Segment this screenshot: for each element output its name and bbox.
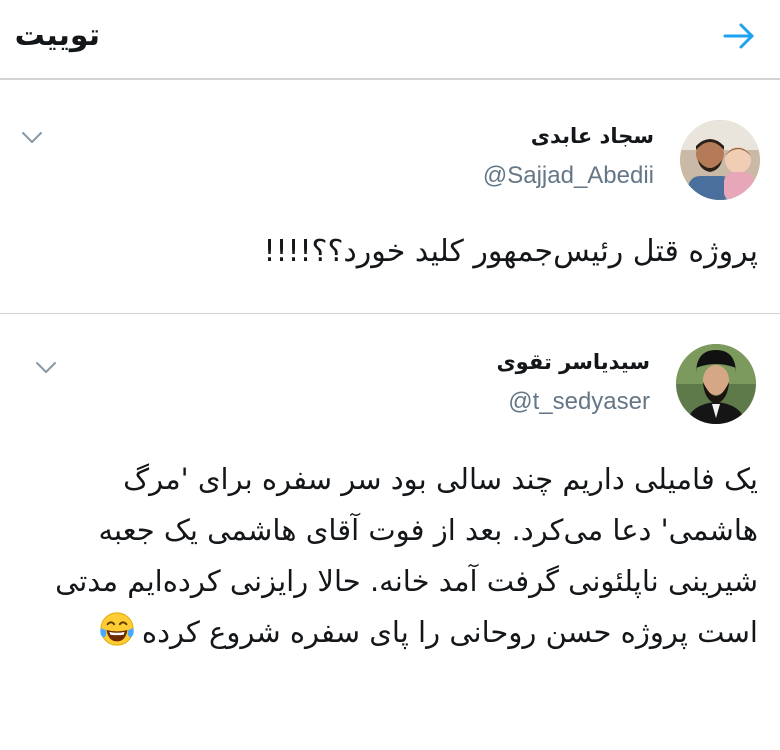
laughing-tears-emoji-icon bbox=[100, 612, 134, 646]
avatar[interactable] bbox=[676, 344, 756, 424]
chevron-down-icon[interactable] bbox=[34, 360, 58, 376]
user-handle[interactable]: @Sajjad_Abedii bbox=[483, 162, 654, 190]
tweet-text: یک فامیلی داریم چند سالی بود سر سفره برا… bbox=[38, 454, 758, 658]
header-bar: توییت bbox=[0, 0, 780, 80]
display-name[interactable]: سیدیاسر تقوی bbox=[496, 350, 650, 374]
user-handle[interactable]: @t_sedyaser bbox=[508, 388, 650, 416]
avatar[interactable] bbox=[680, 120, 760, 200]
tweet-text: پروژه قتل رئیس‌جمهور کلید خورد؟؟!!!! bbox=[263, 234, 758, 269]
chevron-down-icon[interactable] bbox=[20, 130, 44, 146]
tweet-card[interactable]: سیدیاسر تقوی @t_sedyaser یک فامیلی داریم… bbox=[0, 316, 780, 750]
arrow-right-icon[interactable] bbox=[722, 22, 756, 50]
tweet-card[interactable]: سجاد عابدی @Sajjad_Abedii پروژه قتل رئیس… bbox=[0, 82, 780, 314]
display-name[interactable]: سجاد عابدی bbox=[531, 124, 654, 148]
tweet-text-body: یک فامیلی داریم چند سالی بود سر سفره برا… bbox=[55, 462, 758, 649]
page-title: توییت bbox=[14, 18, 100, 53]
